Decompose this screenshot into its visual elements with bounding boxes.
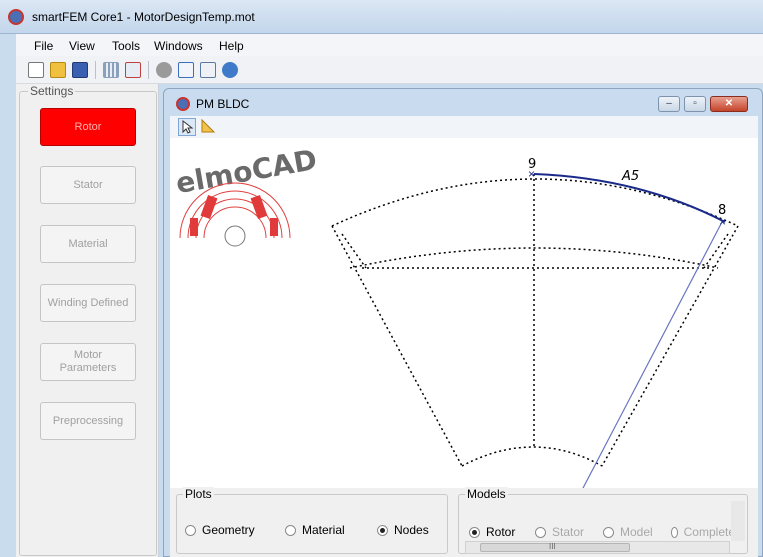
radio-circle (671, 526, 678, 538)
material-button[interactable]: Material (40, 225, 136, 263)
pm-bldc-window: PM BLDC – ▫ ✕ elmoCAD 9 8 A5 × × Plots G… (163, 88, 763, 557)
arc-label-a5: A5 (621, 169, 639, 184)
logo-text: elmoCAD (173, 143, 319, 200)
table-icon[interactable] (125, 62, 141, 78)
ruler-icon[interactable] (200, 118, 218, 136)
window-title: smartFEM Core1 - MotorDesignTemp.mot (32, 10, 255, 24)
settings-group (19, 91, 157, 556)
plots-nodes-radio[interactable]: Nodes (377, 523, 429, 537)
winding-defined-button[interactable]: Winding Defined (40, 284, 136, 322)
rotor-geometry-drawing: elmoCAD 9 8 A5 × × (173, 143, 739, 491)
radio-label: Geometry (202, 523, 255, 537)
radio-circle (377, 524, 388, 536)
main-toolbar (16, 56, 763, 84)
radio-circle (185, 524, 196, 536)
node-marker-8: × (719, 215, 726, 229)
motor-parameters-button[interactable]: Motor Parameters (40, 343, 136, 381)
scroll-thumb[interactable]: III (480, 542, 630, 552)
rotor-button[interactable]: Rotor (40, 108, 136, 146)
plots-geometry-radio[interactable]: Geometry (185, 523, 255, 537)
gear-icon[interactable] (156, 62, 172, 78)
elmocad-logo: elmoCAD (173, 143, 319, 247)
menu-help[interactable]: Help (219, 39, 244, 53)
models-complete-radio[interactable]: Complete (671, 525, 735, 539)
radio-label: Stator (552, 525, 585, 539)
preprocessing-button[interactable]: Preprocessing (40, 402, 136, 440)
radio-label: Complete (683, 525, 735, 539)
menu-file[interactable]: File (34, 39, 53, 53)
geometry-canvas[interactable]: elmoCAD 9 8 A5 × × (170, 138, 758, 491)
save-icon[interactable] (72, 62, 88, 78)
settings-legend: Settings (28, 84, 76, 98)
toolbar-separator (148, 61, 149, 79)
stator-button[interactable]: Stator (40, 166, 136, 204)
new-file-icon[interactable] (28, 62, 44, 78)
pointer-line (581, 221, 723, 491)
radio-label: Model (620, 525, 653, 539)
minimize-button[interactable]: – (658, 96, 680, 112)
models-vertical-scrollbar[interactable] (731, 501, 745, 541)
radio-circle (285, 524, 296, 536)
list-icon[interactable] (200, 62, 216, 78)
edit-icon[interactable] (178, 62, 194, 78)
child-window-title: PM BLDC (196, 97, 250, 111)
globe-icon[interactable] (222, 62, 238, 78)
models-group: Models Rotor Stator Model Complete III (458, 487, 748, 554)
plots-material-radio[interactable]: Material (285, 523, 345, 537)
radio-label: Rotor (486, 525, 516, 539)
radio-label: Nodes (394, 523, 429, 537)
grid-icon[interactable] (103, 62, 119, 78)
restore-button[interactable]: ▫ (684, 96, 706, 112)
menu-bar: File View Tools Windows Help (16, 34, 763, 56)
app-title-bar: smartFEM Core1 - MotorDesignTemp.mot (0, 0, 763, 34)
radio-circle (535, 526, 546, 538)
menu-windows[interactable]: Windows (154, 39, 203, 53)
plots-legend: Plots (183, 487, 214, 501)
open-folder-icon[interactable] (50, 62, 66, 78)
models-model-radio[interactable]: Model (603, 525, 653, 539)
close-button[interactable]: ✕ (710, 96, 748, 112)
drawing-toolbar (170, 116, 758, 138)
models-legend: Models (465, 487, 508, 501)
scroll-grip: III (549, 542, 556, 551)
models-horizontal-scrollbar[interactable]: III (465, 541, 730, 554)
app-icon (8, 9, 24, 25)
plots-group: Plots Geometry Material Nodes (176, 487, 448, 554)
child-window-icon (176, 97, 190, 111)
toolbar-separator (95, 61, 96, 79)
radio-circle (603, 526, 614, 538)
node-marker-9: × (528, 167, 535, 181)
settings-panel: Settings Rotor Stator Material Winding D… (16, 84, 159, 557)
radio-label: Material (302, 523, 345, 537)
models-rotor-radio[interactable]: Rotor (469, 525, 515, 539)
radio-circle (469, 526, 480, 538)
menu-tools[interactable]: Tools (112, 39, 140, 53)
bottom-panel: Plots Geometry Material Nodes Models Rot… (170, 487, 758, 557)
pointer-icon[interactable] (178, 118, 196, 136)
models-stator-radio[interactable]: Stator (535, 525, 584, 539)
menu-view[interactable]: View (69, 39, 95, 53)
